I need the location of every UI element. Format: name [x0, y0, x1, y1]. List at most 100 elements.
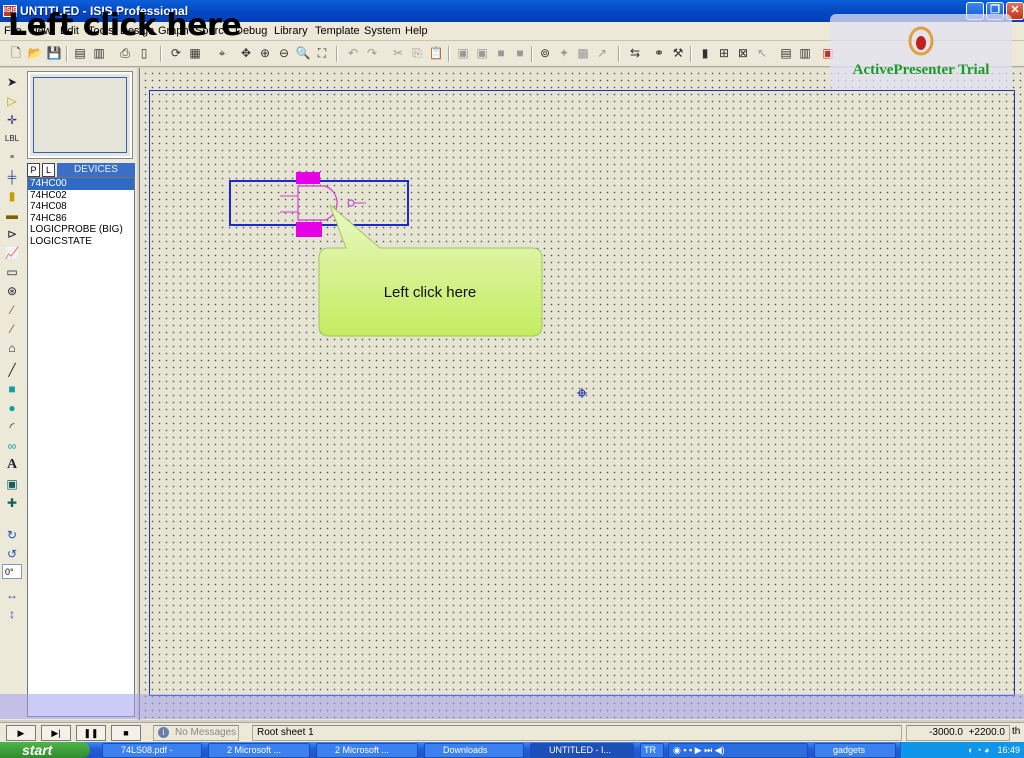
taskbar-item[interactable]: 2 Microsoft ...: [316, 743, 418, 758]
cut-icon[interactable]: ✂: [390, 45, 406, 61]
menu-library[interactable]: Library: [274, 25, 308, 37]
mirror-horizontal-icon[interactable]: ↔: [4, 587, 20, 603]
voltage-probe-icon[interactable]: ⁄: [4, 302, 20, 318]
remove-sheet-icon[interactable]: ⊠: [735, 45, 751, 61]
zoom-all-icon[interactable]: 🔍: [295, 45, 311, 61]
pick-devices-button[interactable]: P: [27, 163, 40, 177]
rotate-clockwise-icon[interactable]: ↻: [4, 527, 20, 543]
devices-list[interactable]: 74HC00 74HC02 74HC08 74HC86 LOGICPROBE (…: [27, 177, 135, 717]
device-pins-icon[interactable]: ⊳: [4, 226, 20, 242]
open-folder-icon[interactable]: 📂: [27, 45, 43, 61]
print-area-icon[interactable]: ▯: [136, 45, 152, 61]
current-probe-icon[interactable]: ⁄: [4, 321, 20, 337]
mirror-vertical-icon[interactable]: ↕: [4, 606, 20, 622]
tutorial-caption: Left click here: [8, 8, 242, 43]
save-icon[interactable]: 💾: [46, 45, 62, 61]
refresh-icon[interactable]: ⟳: [168, 45, 184, 61]
exit-parent-icon[interactable]: ↖: [754, 45, 770, 61]
block-rotate-icon[interactable]: ■: [493, 45, 509, 61]
2d-line-icon[interactable]: ╱: [4, 362, 20, 378]
step-button[interactable]: ▶|: [41, 725, 71, 741]
graph-mode-icon[interactable]: 📈: [4, 245, 20, 261]
taskbar-item-active[interactable]: UNTITLED - I...: [530, 743, 634, 758]
rotation-angle-field[interactable]: [2, 564, 22, 579]
taskbar-item[interactable]: Downloads: [424, 743, 524, 758]
stop-button[interactable]: ■: [111, 725, 141, 741]
schematic-canvas[interactable]: [139, 68, 1024, 720]
device-item[interactable]: 74HC08: [28, 201, 134, 213]
device-item[interactable]: LOGICSTATE: [28, 236, 134, 248]
print-icon[interactable]: ⎙: [117, 45, 133, 61]
2d-text-icon[interactable]: A: [4, 457, 20, 473]
device-item[interactable]: 74HC86: [28, 213, 134, 225]
selection-mode-icon[interactable]: ➤: [4, 74, 20, 90]
bom-report-icon[interactable]: ▤: [778, 45, 794, 61]
taskbar-item[interactable]: TR: [640, 743, 664, 758]
search-tag-icon[interactable]: ⚭: [651, 45, 667, 61]
block-copy-icon[interactable]: ▣: [455, 45, 471, 61]
2d-markers-icon[interactable]: ✚: [4, 495, 20, 511]
2d-circle-icon[interactable]: ●: [4, 400, 20, 416]
junction-dot-icon[interactable]: ✛: [4, 112, 20, 128]
menu-help[interactable]: Help: [405, 25, 428, 37]
new-sheet-icon[interactable]: ▮: [697, 45, 713, 61]
start-button[interactable]: start: [0, 742, 90, 758]
new-file-icon[interactable]: 🗋: [8, 45, 24, 61]
wire-label-icon[interactable]: LBL: [4, 131, 20, 147]
rotate-anticlockwise-icon[interactable]: ↺: [4, 546, 20, 562]
wire-autorouter-icon[interactable]: ⇆: [627, 45, 643, 61]
pan-icon[interactable]: ✥: [238, 45, 254, 61]
text-script-icon[interactable]: ≡: [4, 150, 20, 166]
undo-icon[interactable]: ↶: [345, 45, 361, 61]
zoom-area-icon[interactable]: ⛶: [314, 45, 330, 61]
pick-device-icon[interactable]: ⊚: [537, 45, 553, 61]
pin-pad-top[interactable]: [296, 172, 320, 184]
packaging-icon[interactable]: ▩: [575, 45, 591, 61]
import-icon[interactable]: ▤: [72, 45, 88, 61]
pause-button[interactable]: ❚❚: [76, 725, 106, 741]
menu-template[interactable]: Template: [315, 25, 360, 37]
component-mode-icon[interactable]: ▷: [4, 93, 20, 109]
origin-icon[interactable]: ⌖: [214, 45, 230, 61]
2d-path-icon[interactable]: ∞: [4, 438, 20, 454]
play-button[interactable]: ▶: [6, 725, 36, 741]
virtual-instruments-icon[interactable]: ⌂: [4, 340, 20, 356]
messages-field[interactable]: i No Messages: [153, 725, 239, 741]
taskbar-item[interactable]: 74LS08.pdf -: [102, 743, 202, 758]
subcircuit-icon[interactable]: ▮: [4, 188, 20, 204]
overview-window[interactable]: [27, 71, 133, 159]
zoom-out-icon[interactable]: ⊖: [276, 45, 292, 61]
tray-icons[interactable]: ◐ ◔ ◕: [968, 745, 989, 755]
terminals-icon[interactable]: ▬: [4, 207, 20, 223]
copy-icon[interactable]: ⎘: [409, 45, 425, 61]
grid-icon[interactable]: ▦: [187, 45, 203, 61]
taskbar-item[interactable]: gadgets: [814, 743, 896, 758]
device-item[interactable]: 74HC00: [28, 178, 134, 190]
decompose-icon[interactable]: ↗: [594, 45, 610, 61]
bus-icon[interactable]: ╪: [4, 169, 20, 185]
menu-system[interactable]: System: [364, 25, 401, 37]
media-toolbar[interactable]: ◉ ▪ ▪ ▶ ⏭ ◀): [668, 743, 808, 758]
block-delete-icon[interactable]: ■: [512, 45, 528, 61]
make-device-icon[interactable]: ✦: [556, 45, 572, 61]
device-item[interactable]: 74HC02: [28, 190, 134, 202]
export-icon[interactable]: ▥: [91, 45, 107, 61]
trial-watermark: ActivePresenter Trial: [830, 14, 1012, 90]
library-manager-button[interactable]: L: [42, 163, 55, 177]
add-sheet-icon[interactable]: ⊞: [716, 45, 732, 61]
tape-recorder-icon[interactable]: ▭: [4, 264, 20, 280]
device-item[interactable]: LOGICPROBE (BIG): [28, 224, 134, 236]
taskbar-item[interactable]: 2 Microsoft ...: [208, 743, 310, 758]
netlist-icon[interactable]: ▥: [797, 45, 813, 61]
2d-symbol-icon[interactable]: ▣: [4, 476, 20, 492]
nand-gate-body[interactable]: [297, 185, 338, 221]
2d-box-icon[interactable]: ■: [4, 381, 20, 397]
paste-icon[interactable]: 📋: [428, 45, 444, 61]
generator-icon[interactable]: ⊛: [4, 283, 20, 299]
redo-icon[interactable]: ↷: [364, 45, 380, 61]
pin-pad-bottom[interactable]: [296, 222, 322, 237]
property-tool-icon[interactable]: ⚒: [670, 45, 686, 61]
zoom-in-icon[interactable]: ⊕: [257, 45, 273, 61]
block-move-icon[interactable]: ▣: [474, 45, 490, 61]
2d-arc-icon[interactable]: ◜: [4, 419, 20, 435]
